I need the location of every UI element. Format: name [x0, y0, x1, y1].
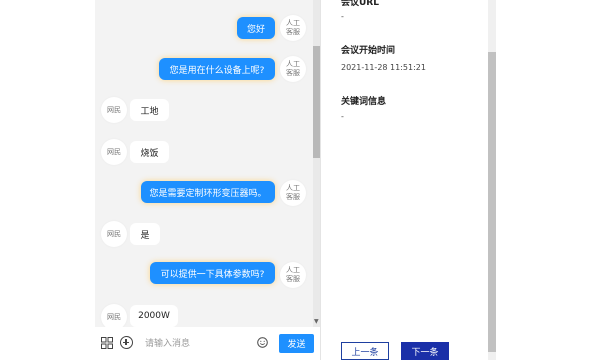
smile-icon[interactable] [257, 337, 268, 348]
meeting-start-label: 会议开始时间 [341, 46, 396, 56]
meeting-url-value: - [341, 12, 344, 21]
user-message: 2000W [130, 305, 178, 327]
agent-avatar: 人工 客服 [280, 262, 306, 288]
agent-avatar: 人工 客服 [280, 180, 306, 206]
left-margin [0, 0, 95, 360]
avatar-line: 人工 [286, 266, 300, 274]
avatar-line: 客服 [286, 28, 300, 36]
user-message: 是 [130, 223, 160, 245]
message-input-bar: 发送 [95, 327, 320, 360]
prev-button[interactable]: 上一条 [341, 342, 389, 360]
keyword-value: - [341, 112, 344, 121]
agent-message: 您好 [237, 17, 275, 39]
avatar-line: 人工 [286, 19, 300, 27]
plus-circle-icon[interactable] [120, 336, 133, 349]
scroll-down-arrow-icon[interactable]: ▼ [314, 319, 319, 325]
user-message: 工地 [130, 99, 169, 121]
next-button[interactable]: 下一条 [401, 342, 449, 360]
avatar-line: 客服 [286, 69, 300, 77]
avatar-line: 人工 [286, 184, 300, 192]
chat-panel: 您好 人工 客服 您是用在什么设备上呢? 人工 客服 网民 工地 网民 烧饭 您是需… [95, 0, 320, 360]
agent-message: 您是用在什么设备上呢? [159, 58, 275, 80]
right-margin [496, 0, 600, 360]
user-avatar: 网民 [101, 221, 127, 247]
agent-message: 您是需要定制环形变压器吗。 [141, 181, 275, 203]
avatar-line: 客服 [286, 275, 300, 283]
apps-grid-icon[interactable] [101, 337, 113, 349]
agent-avatar: 人工 客服 [280, 15, 306, 41]
send-button[interactable]: 发送 [279, 334, 314, 353]
page-scrollbar-thumb[interactable] [488, 52, 496, 352]
user-message: 烧饭 [130, 141, 169, 163]
avatar-line: 客服 [286, 193, 300, 201]
meeting-start-value: 2021-11-28 11:51:21 [341, 63, 426, 72]
chat-message-list[interactable]: 您好 人工 客服 您是用在什么设备上呢? 人工 客服 网民 工地 网民 烧饭 您是需… [95, 0, 313, 327]
agent-avatar: 人工 客服 [280, 56, 306, 82]
keyword-label: 关键词信息 [341, 97, 387, 107]
meeting-url-label: 会议URL [341, 0, 379, 8]
page-scrollbar[interactable] [488, 0, 496, 360]
agent-message: 可以提供一下具体参数吗? [150, 262, 275, 284]
info-panel: 会议URL - 会议开始时间 2021-11-28 11:51:21 关键词信息… [320, 0, 488, 360]
avatar-line: 人工 [286, 60, 300, 68]
user-avatar: 网民 [101, 97, 127, 123]
user-avatar: 网民 [101, 139, 127, 165]
chat-scrollbar-thumb[interactable] [313, 46, 320, 158]
message-input[interactable] [139, 334, 271, 354]
chat-scrollbar[interactable]: ▼ [313, 0, 320, 327]
user-avatar: 网民 [101, 304, 127, 327]
